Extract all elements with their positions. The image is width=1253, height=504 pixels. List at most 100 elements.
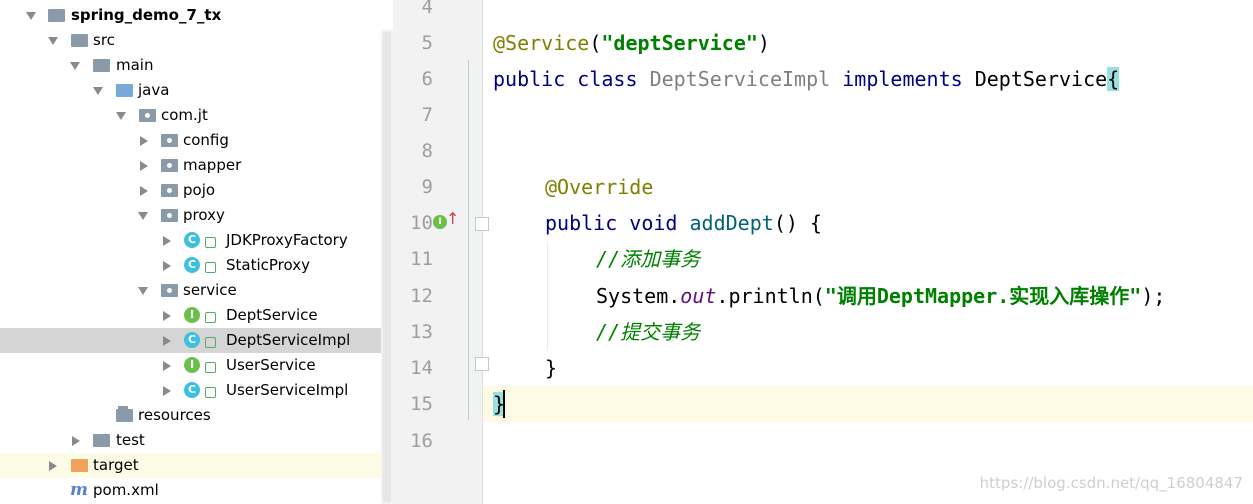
expand-arrow-icon[interactable] — [26, 12, 36, 20]
access-icon — [205, 387, 216, 398]
tree-item-pojo[interactable]: pojo — [0, 178, 381, 203]
collapsed-arrow-icon[interactable] — [163, 386, 171, 396]
matched-brace-token: { — [1107, 67, 1120, 91]
module-folder-icon — [48, 9, 65, 22]
expand-arrow-icon[interactable] — [70, 62, 80, 70]
tree-item-com-jt[interactable]: com.jt — [0, 103, 381, 128]
tree-item-label: src — [93, 31, 115, 49]
access-icon — [205, 237, 216, 248]
line-number: 14 — [410, 357, 433, 379]
tree-item-label: java — [138, 81, 170, 99]
interface-icon: I — [184, 307, 200, 323]
code-line-6[interactable]: public class DeptServiceImpl implements … — [493, 61, 1120, 97]
collapsed-arrow-icon[interactable] — [140, 186, 148, 196]
code-line-12[interactable]: System.out.println("调用DeptMapper.实现入库操作"… — [596, 278, 1165, 314]
collapsed-arrow-icon[interactable] — [49, 461, 57, 471]
expand-arrow-icon[interactable] — [93, 87, 103, 95]
code-line-11[interactable]: //添加事务 — [596, 241, 700, 277]
package-icon — [161, 209, 178, 222]
annotation-token: @Override — [545, 175, 654, 199]
line-number: 15 — [410, 393, 433, 415]
current-line-highlight — [483, 386, 1253, 422]
collapsed-arrow-icon[interactable] — [163, 336, 171, 346]
resources-folder-icon — [116, 406, 133, 422]
paren-token: () { — [773, 211, 822, 235]
line-number: 4 — [421, 0, 433, 18]
folder-icon — [93, 59, 110, 72]
interface-icon: I — [184, 357, 200, 373]
tree-scrollbar[interactable] — [381, 30, 393, 504]
keyword-token: implements — [842, 67, 963, 91]
keyword-token: void — [629, 211, 678, 235]
collapsed-arrow-icon[interactable] — [163, 361, 171, 371]
tree-scrollbar-thumb[interactable] — [383, 32, 391, 502]
comment-token: //添加事务 — [596, 247, 701, 271]
tree-item-label: pom.xml — [93, 481, 159, 499]
keyword-token: public — [493, 67, 566, 91]
collapsed-arrow-icon[interactable] — [72, 436, 80, 446]
paren-token: ) — [757, 31, 770, 55]
tree-item-mapper[interactable]: mapper — [0, 153, 381, 178]
tree-item-pom-xml[interactable]: m pom.xml — [0, 478, 381, 503]
tree-item-resources[interactable]: resources — [0, 403, 381, 428]
tree-item-deptserviceimpl[interactable]: C DeptServiceImpl — [0, 328, 381, 353]
project-tree[interactable]: spring_demo_7_tx src main java com.jt co… — [0, 0, 381, 504]
expand-arrow-icon[interactable] — [138, 212, 148, 220]
collapsed-arrow-icon[interactable] — [163, 236, 171, 246]
code-line-13[interactable]: //提交事务 — [596, 314, 700, 350]
expand-arrow-icon[interactable] — [48, 37, 58, 45]
scope-guide — [468, 60, 469, 420]
tree-item-userserviceimpl[interactable]: C UserServiceImpl — [0, 378, 381, 403]
method-name-token: addDept — [689, 211, 774, 235]
collapsed-arrow-icon[interactable] — [140, 136, 148, 146]
implements-method-icon[interactable]: I — [433, 215, 447, 229]
access-icon — [205, 262, 216, 273]
tree-item-src[interactable]: src — [0, 28, 381, 53]
tree-item-label: UserService — [226, 356, 316, 374]
tree-item-project-root[interactable]: spring_demo_7_tx — [0, 3, 381, 28]
interface-name-token: DeptService — [974, 67, 1108, 91]
tree-item-label: resources — [138, 406, 211, 424]
collapsed-arrow-icon[interactable] — [140, 161, 148, 171]
tree-item-userservice[interactable]: I UserService — [0, 353, 381, 378]
collapsed-arrow-icon[interactable] — [163, 311, 171, 321]
expand-arrow-icon[interactable] — [138, 287, 148, 295]
tree-item-label: pojo — [183, 181, 216, 199]
class-ref-token: System. — [596, 284, 681, 308]
fold-method-icon[interactable] — [475, 217, 489, 231]
go-to-interface-arrow-icon[interactable]: ↑ — [446, 209, 459, 229]
tree-item-deptservice[interactable]: I DeptService — [0, 303, 381, 328]
tree-item-config[interactable]: config — [0, 128, 381, 153]
tree-item-label: target — [93, 456, 139, 474]
access-icon — [205, 312, 216, 323]
tree-item-proxy[interactable]: proxy — [0, 203, 381, 228]
string-token: "deptService" — [601, 31, 758, 55]
tree-item-target[interactable]: target — [0, 453, 381, 478]
tree-item-label: spring_demo_7_tx — [71, 6, 222, 24]
tree-item-staticproxy[interactable]: C StaticProxy — [0, 253, 381, 278]
class-icon: C — [184, 257, 200, 273]
tree-item-java[interactable]: java — [0, 78, 381, 103]
keyword-token: class — [577, 67, 638, 91]
code-line-14[interactable]: } — [545, 350, 557, 386]
paren-token: ( — [589, 31, 602, 55]
class-name-token: DeptServiceImpl — [649, 67, 831, 91]
tree-item-main[interactable]: main — [0, 53, 381, 78]
code-line-5[interactable]: @Service("deptService") — [493, 25, 770, 61]
collapsed-arrow-icon[interactable] — [163, 261, 171, 271]
annotation-token: @Service — [493, 31, 590, 55]
line-number: 12 — [410, 285, 433, 307]
code-line-9[interactable]: @Override — [545, 169, 653, 205]
package-icon — [161, 159, 178, 172]
tree-item-label: DeptServiceImpl — [226, 331, 351, 349]
line-number: 10 — [410, 212, 433, 234]
code-line-10[interactable]: public void addDept() { — [545, 205, 822, 241]
tree-item-service[interactable]: service — [0, 278, 381, 303]
tree-item-jdkproxyfactory[interactable]: C JDKProxyFactory — [0, 228, 381, 253]
tree-item-label: test — [116, 431, 145, 449]
tree-item-test[interactable]: test — [0, 428, 381, 453]
source-folder-icon — [116, 84, 133, 97]
maven-icon: m — [70, 480, 88, 500]
fold-end-icon[interactable] — [475, 357, 489, 371]
expand-arrow-icon[interactable] — [116, 112, 126, 120]
